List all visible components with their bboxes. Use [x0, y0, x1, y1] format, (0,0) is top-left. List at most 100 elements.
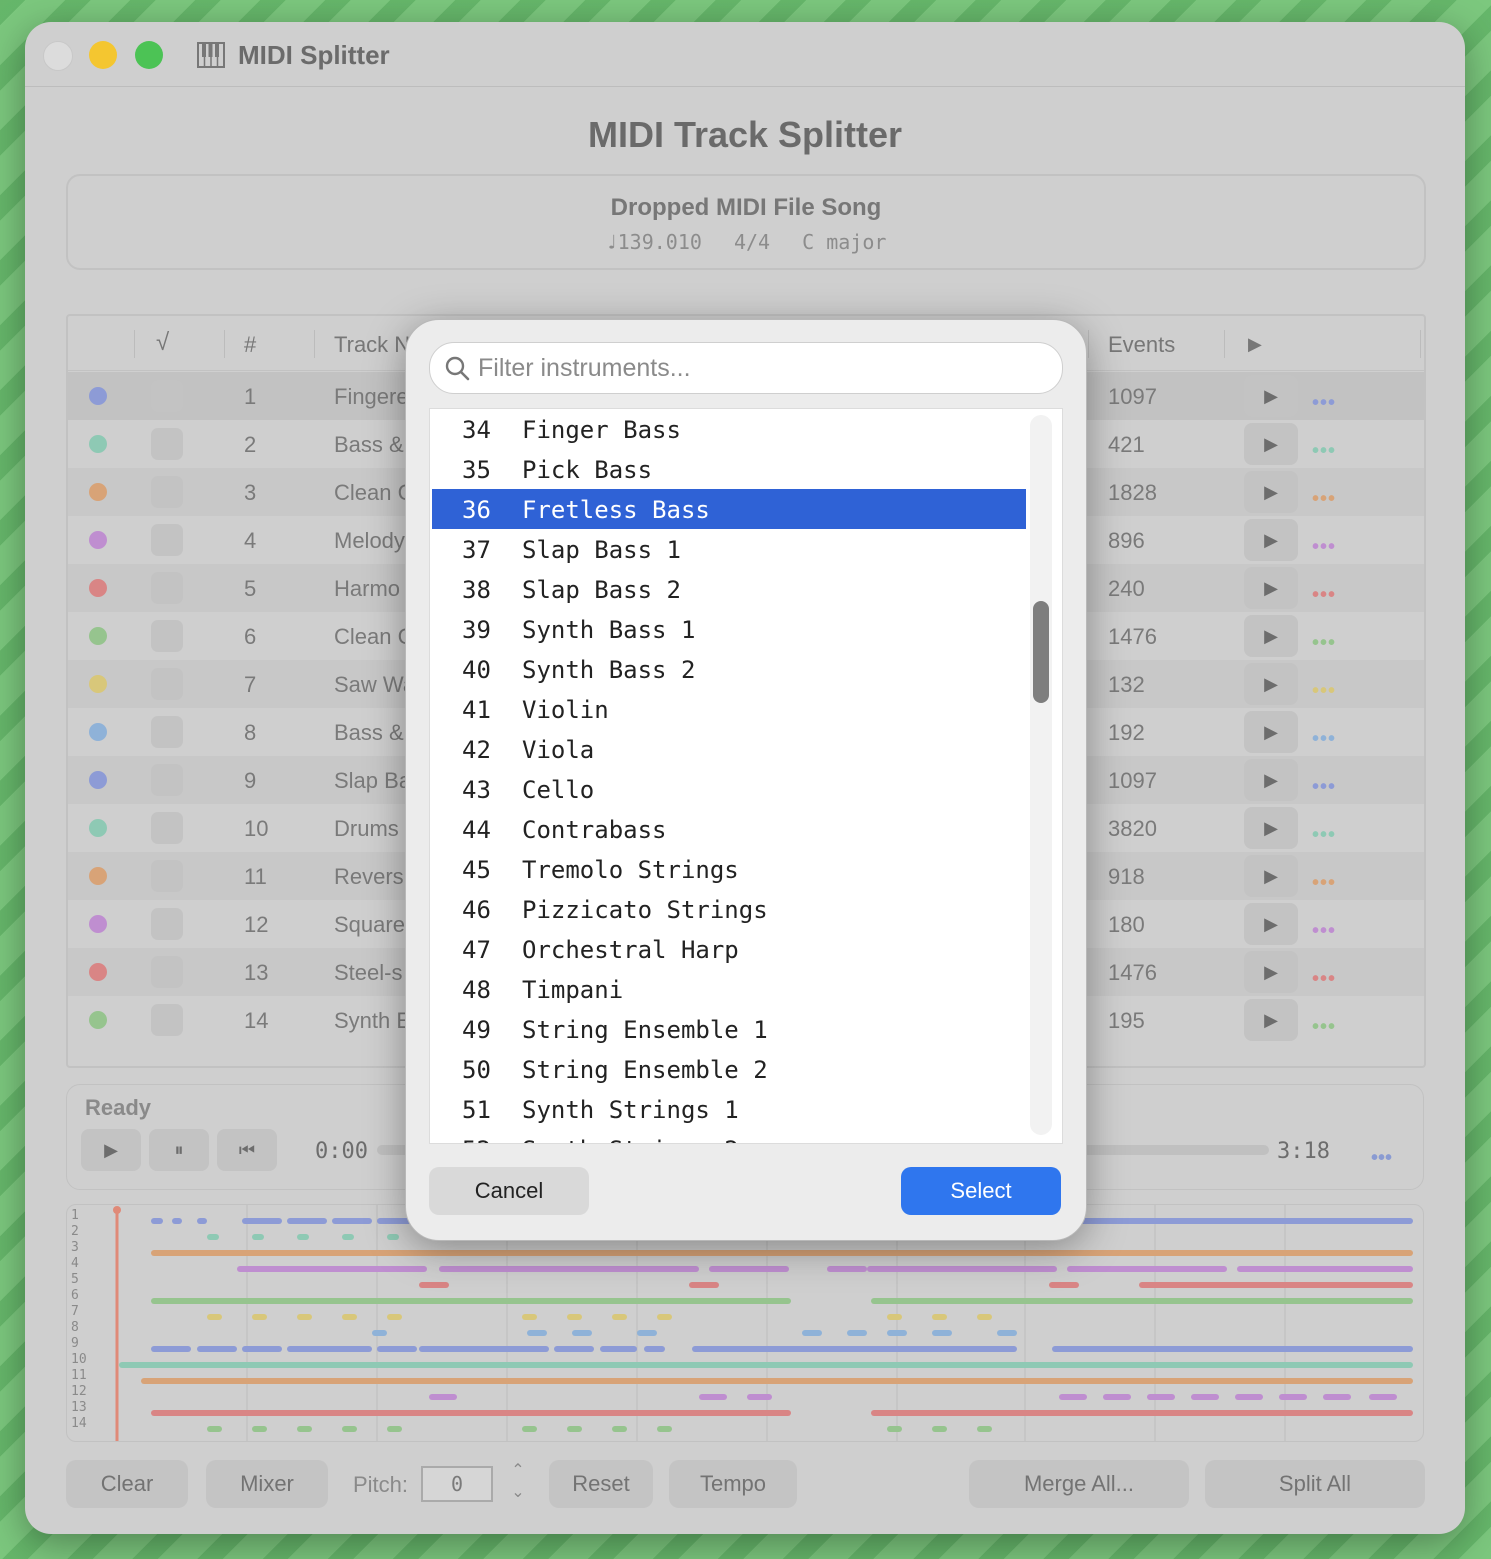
list-item[interactable]: 35 Pick Bass — [432, 449, 1026, 489]
search-input[interactable] — [478, 343, 1048, 393]
track-more-button[interactable]: ••• — [1312, 776, 1336, 799]
cancel-button[interactable]: Cancel — [429, 1167, 589, 1215]
track-more-button[interactable]: ••• — [1312, 584, 1336, 607]
track-checkbox[interactable] — [151, 668, 183, 700]
track-more-button[interactable]: ••• — [1312, 920, 1336, 943]
track-play-button[interactable]: ▶ — [1244, 999, 1298, 1041]
track-more-button[interactable]: ••• — [1312, 632, 1336, 655]
track-play-button[interactable]: ▶ — [1244, 423, 1298, 465]
note-bar — [522, 1314, 537, 1320]
track-checkbox[interactable] — [151, 812, 183, 844]
rewind-button[interactable]: ⏮ — [217, 1129, 277, 1171]
track-checkbox[interactable] — [151, 860, 183, 892]
list-item[interactable]: 42 Viola — [432, 729, 1026, 769]
header-events[interactable]: Events — [1108, 332, 1175, 358]
track-play-button[interactable]: ▶ — [1244, 903, 1298, 945]
merge-all-button[interactable]: Merge All... — [969, 1460, 1189, 1508]
list-item[interactable]: 50 String Ensemble 2 — [432, 1049, 1026, 1089]
note-bar — [1049, 1282, 1079, 1288]
track-checkbox[interactable] — [151, 1004, 183, 1036]
clear-button[interactable]: Clear — [66, 1460, 188, 1508]
track-play-button[interactable]: ▶ — [1244, 759, 1298, 801]
track-play-button[interactable]: ▶ — [1244, 567, 1298, 609]
track-more-button[interactable]: ••• — [1312, 824, 1336, 847]
track-play-button[interactable]: ▶ — [1244, 855, 1298, 897]
list-item[interactable]: 36 Fretless Bass — [432, 489, 1026, 529]
split-all-button[interactable]: Split All — [1205, 1460, 1425, 1508]
track-checkbox[interactable] — [151, 716, 183, 748]
note-bar — [699, 1394, 727, 1400]
list-item[interactable]: 37 Slap Bass 1 — [432, 529, 1026, 569]
header-track-name[interactable]: Track N — [334, 332, 410, 358]
song-meta: ♩139.010 4/4 C major — [68, 230, 1424, 254]
transport-more-button[interactable]: ••• — [1371, 1147, 1392, 1170]
close-window-button[interactable] — [43, 41, 73, 71]
track-play-button[interactable]: ▶ — [1244, 519, 1298, 561]
track-play-button[interactable]: ▶ — [1244, 663, 1298, 705]
track-play-button[interactable]: ▶ — [1244, 711, 1298, 753]
pitch-stepper[interactable]: ⌃ ⌄ — [503, 1460, 533, 1508]
scrollbar-thumb[interactable] — [1033, 601, 1049, 703]
track-checkbox[interactable] — [151, 620, 183, 652]
note-bar — [1237, 1266, 1413, 1272]
track-checkbox[interactable] — [151, 956, 183, 988]
list-item[interactable]: 38 Slap Bass 2 — [432, 569, 1026, 609]
track-more-button[interactable]: ••• — [1312, 536, 1336, 559]
track-play-button[interactable]: ▶ — [1244, 807, 1298, 849]
list-item[interactable]: 34 Finger Bass — [432, 409, 1026, 449]
playhead-handle[interactable] — [113, 1206, 121, 1214]
header-play[interactable]: ▶ — [1248, 334, 1262, 355]
search-box[interactable] — [429, 342, 1063, 394]
track-checkbox[interactable] — [151, 524, 183, 556]
list-item[interactable]: 52 Synth Strings 2 — [432, 1129, 1026, 1143]
list-item[interactable]: 39 Synth Bass 1 — [432, 609, 1026, 649]
mixer-button[interactable]: Mixer — [206, 1460, 328, 1508]
track-more-button[interactable]: ••• — [1312, 488, 1336, 511]
track-more-button[interactable]: ••• — [1312, 392, 1336, 415]
list-item[interactable]: 40 Synth Bass 2 — [432, 649, 1026, 689]
list-item[interactable]: 45 Tremolo Strings — [432, 849, 1026, 889]
list-item[interactable]: 51 Synth Strings 1 — [432, 1089, 1026, 1129]
track-more-button[interactable]: ••• — [1312, 728, 1336, 751]
track-checkbox[interactable] — [151, 908, 183, 940]
scrollbar[interactable] — [1030, 415, 1052, 1135]
zoom-window-button[interactable] — [135, 41, 163, 69]
track-play-button[interactable]: ▶ — [1244, 471, 1298, 513]
list-item[interactable]: 49 String Ensemble 1 — [432, 1009, 1026, 1049]
list-item[interactable]: 47 Orchestral Harp — [432, 929, 1026, 969]
track-more-button[interactable]: ••• — [1312, 872, 1336, 895]
track-more-button[interactable]: ••• — [1312, 440, 1336, 463]
track-more-button[interactable]: ••• — [1312, 1016, 1336, 1039]
minimize-window-button[interactable] — [89, 41, 117, 69]
list-item[interactable]: 46 Pizzicato Strings — [432, 889, 1026, 929]
roll-track-label: 12 — [71, 1384, 87, 1399]
instrument-list[interactable]: 34 Finger Bass 35 Pick Bass 36 Fretless Bass 3… — [429, 408, 1063, 1144]
pitch-field[interactable]: 0 — [421, 1466, 493, 1502]
list-item[interactable]: 41 Violin — [432, 689, 1026, 729]
list-item[interactable]: 44 Contrabass — [432, 809, 1026, 849]
track-color-dot — [89, 963, 107, 981]
pause-button[interactable]: ⏸ — [149, 1129, 209, 1171]
track-checkbox[interactable] — [151, 428, 183, 460]
track-play-button[interactable]: ▶ — [1244, 615, 1298, 657]
list-item[interactable]: 48 Timpani — [432, 969, 1026, 1009]
track-checkbox[interactable] — [151, 572, 183, 604]
reset-button[interactable]: Reset — [549, 1460, 653, 1508]
play-button[interactable]: ▶ — [81, 1129, 141, 1171]
track-more-button[interactable]: ••• — [1312, 968, 1336, 991]
track-checkbox[interactable] — [151, 380, 183, 412]
select-button[interactable]: Select — [901, 1167, 1061, 1215]
header-check[interactable]: √ — [156, 329, 169, 357]
list-item[interactable]: 43 Cello — [432, 769, 1026, 809]
track-checkbox[interactable] — [151, 476, 183, 508]
stepper-down-icon[interactable]: ⌄ — [503, 1482, 533, 1504]
header-number[interactable]: # — [244, 332, 256, 358]
track-more-button[interactable]: ••• — [1312, 680, 1336, 703]
tempo-button[interactable]: Tempo — [669, 1460, 797, 1508]
track-checkbox[interactable] — [151, 764, 183, 796]
instrument-number: 36 — [462, 496, 491, 524]
stepper-up-icon[interactable]: ⌃ — [503, 1460, 533, 1482]
note-bar — [600, 1346, 637, 1352]
track-play-button[interactable]: ▶ — [1244, 375, 1298, 417]
track-play-button[interactable]: ▶ — [1244, 951, 1298, 993]
